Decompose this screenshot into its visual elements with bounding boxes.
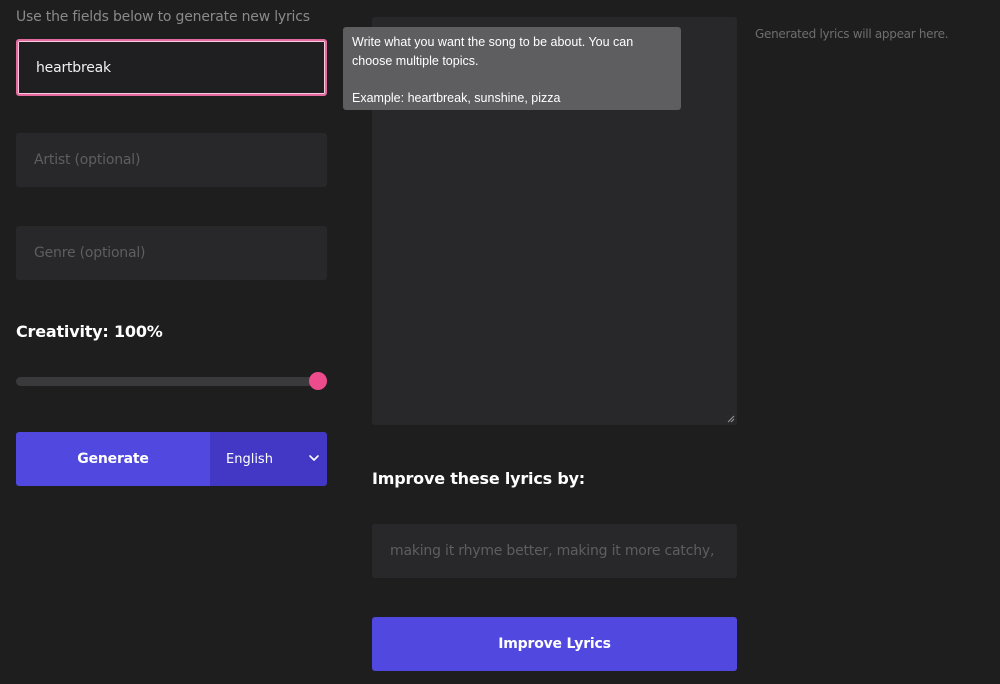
intro-text: Use the fields below to generate new lyr… [16,9,310,25]
topic-tooltip: Write what you want the song to be about… [343,27,681,110]
generate-group: Generate English [16,432,327,486]
resize-grip-icon[interactable] [727,415,735,423]
tooltip-description: Write what you want the song to be about… [352,35,634,68]
improve-input[interactable] [372,524,737,578]
tooltip-example: Example: heartbreak, sunshine, pizza [352,90,561,105]
output-placeholder: Generated lyrics will appear here. [755,27,949,41]
artist-input[interactable] [16,133,327,187]
language-selected: English [226,451,273,467]
improve-label: Improve these lyrics by: [372,469,585,488]
improve-lyrics-button[interactable]: Improve Lyrics [372,617,737,671]
creativity-label-text: Creativity: [16,322,109,341]
generate-button[interactable]: Generate [16,432,210,486]
language-select[interactable]: English [210,432,327,486]
creativity-slider-thumb[interactable] [309,372,327,390]
chevron-down-icon [309,455,319,461]
genre-input[interactable] [16,226,327,280]
creativity-slider-track[interactable] [16,377,320,386]
topic-input[interactable] [16,39,327,96]
creativity-label: Creativity: 100% [16,322,163,341]
creativity-value: 100% [113,322,163,341]
